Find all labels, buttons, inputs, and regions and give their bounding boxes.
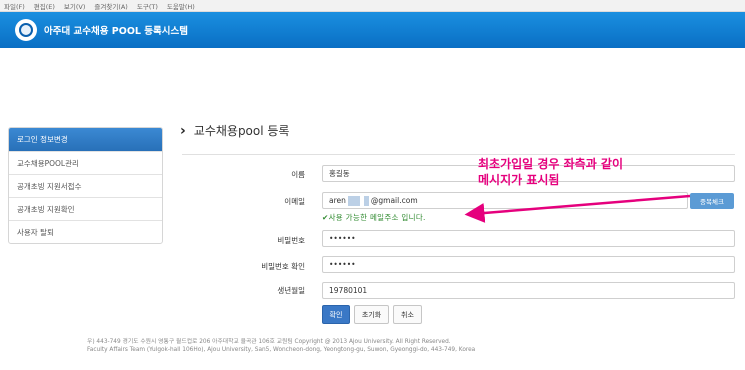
annotation-arrow-icon (464, 194, 691, 223)
